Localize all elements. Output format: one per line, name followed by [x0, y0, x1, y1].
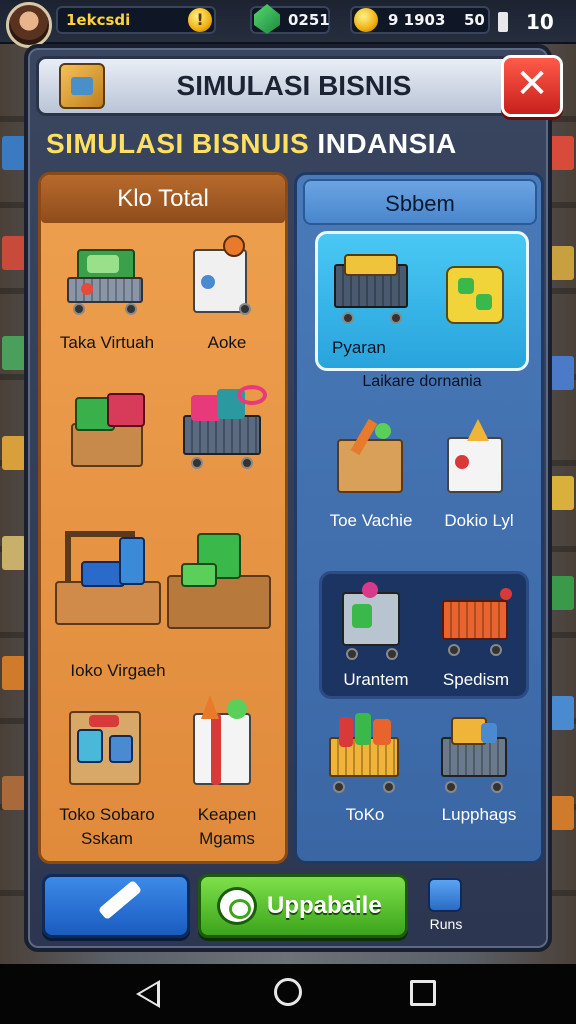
market-stall-icon[interactable]: [55, 521, 165, 631]
item-label-lupphags: Lupphags: [441, 805, 517, 824]
close-button[interactable]: ✕: [501, 55, 563, 117]
player-name: 1ekcsdi: [66, 11, 131, 29]
item-label-urantem: Urantem: [343, 670, 409, 689]
dialog-title: SIMULASI BISNIS: [176, 70, 412, 101]
featured-store-tile[interactable]: Pyaran: [315, 231, 529, 371]
item-label-ioko-virgaeh: Ioko Virgaeh: [70, 661, 166, 680]
box-store-icon[interactable]: [65, 705, 145, 795]
yellow-cart-icon: [332, 250, 416, 334]
dialog-subtitle: SIMULASI BISNUIS INDANSIA: [46, 128, 546, 168]
top-status-bar: 1ekcsdi ! 0251 9 1903 50 10: [0, 0, 576, 48]
treasure-chest-icon: [354, 8, 378, 32]
pen-icon: [97, 879, 143, 921]
dialog-title-bar: SIMULASI BISNIS ✕: [36, 55, 563, 117]
item-label-toko: ToKo: [345, 805, 385, 824]
runs-label: Runs: [429, 916, 463, 932]
shopping-cart-icon[interactable]: [177, 385, 273, 481]
gem-counter[interactable]: 0251: [250, 4, 330, 34]
runs-button[interactable]: Runs: [418, 878, 474, 938]
player-name-pill[interactable]: 1ekcsdi !: [56, 6, 216, 34]
item-label-spedism: Spedism: [442, 670, 510, 689]
item-label-dokio-lyl: Dokio Lyl: [444, 511, 514, 530]
subtitle-part-1: SIMULASI BISNUIS: [46, 128, 310, 159]
item-label-taka-virtuah: Taka Virtuah: [59, 333, 155, 352]
yellow-box-icon: [444, 264, 508, 328]
runs-icon: [428, 878, 462, 912]
item-label-aoke: Aoke: [207, 333, 247, 352]
stall-box-icon[interactable]: [333, 415, 409, 505]
exclamation-coin-icon[interactable]: !: [188, 8, 212, 32]
chat-bubble-icon: [217, 887, 257, 925]
subtitle-part-2: INDANSIA: [317, 128, 457, 159]
edit-button[interactable]: [42, 874, 190, 938]
coins-value: 9 1903: [388, 11, 446, 29]
featured-caption: Laikare dornania: [362, 373, 482, 390]
system-navigation-bar: [0, 964, 576, 1024]
dark-store-tile[interactable]: Urantem Spedism: [319, 571, 529, 699]
recent-apps-icon[interactable]: [410, 980, 436, 1006]
grocery-cart-icon[interactable]: [437, 713, 517, 797]
tokens-value: 50: [464, 11, 485, 29]
battery-icon: [498, 12, 508, 32]
green-goods-crate-icon[interactable]: [167, 527, 275, 635]
gem-value: 0251: [288, 11, 330, 29]
white-box-icon[interactable]: [441, 415, 513, 505]
left-column-header: Klo Total: [41, 175, 285, 223]
home-icon[interactable]: [274, 978, 302, 1006]
featured-tile-label: Pyaran: [332, 338, 386, 357]
gem-icon: [254, 4, 280, 34]
upgrade-button[interactable]: Uppabaile: [198, 874, 408, 938]
appliance-icon[interactable]: [187, 695, 261, 795]
coin-counter[interactable]: 9 1903 50: [350, 6, 490, 34]
player-avatar[interactable]: [6, 2, 52, 48]
cart-cash-register-icon[interactable]: [63, 237, 153, 327]
basket-cart-icon[interactable]: [325, 713, 411, 797]
right-column-header: Sbbem: [303, 179, 537, 225]
item-label-keapen-mgams: Keapen Mgams: [197, 805, 257, 848]
item-label-toe-vachie: Toe Vachie: [329, 511, 413, 530]
level-indicator: 10: [526, 10, 554, 34]
machine-cart-icon: [336, 582, 412, 666]
crate-with-goods-icon[interactable]: [65, 389, 155, 475]
item-label-toko-sobaro: Toko Sobaro Sskam: [59, 805, 155, 848]
fridge-icon[interactable]: [187, 235, 257, 325]
left-store-column: Klo Total Taka Virtuah Aoke Ioko Virgaeh…: [38, 172, 288, 864]
right-store-column: Sbbem Pyaran Laikare dornania Toe Vachie: [294, 172, 544, 864]
upgrade-button-label: Uppabaile: [267, 892, 382, 919]
back-icon[interactable]: [136, 980, 160, 1008]
business-simulation-dialog: SIMULASI BISNIS ✕ SIMULASI BISNUIS INDAN…: [24, 44, 563, 952]
orange-cart-icon: [440, 584, 516, 664]
